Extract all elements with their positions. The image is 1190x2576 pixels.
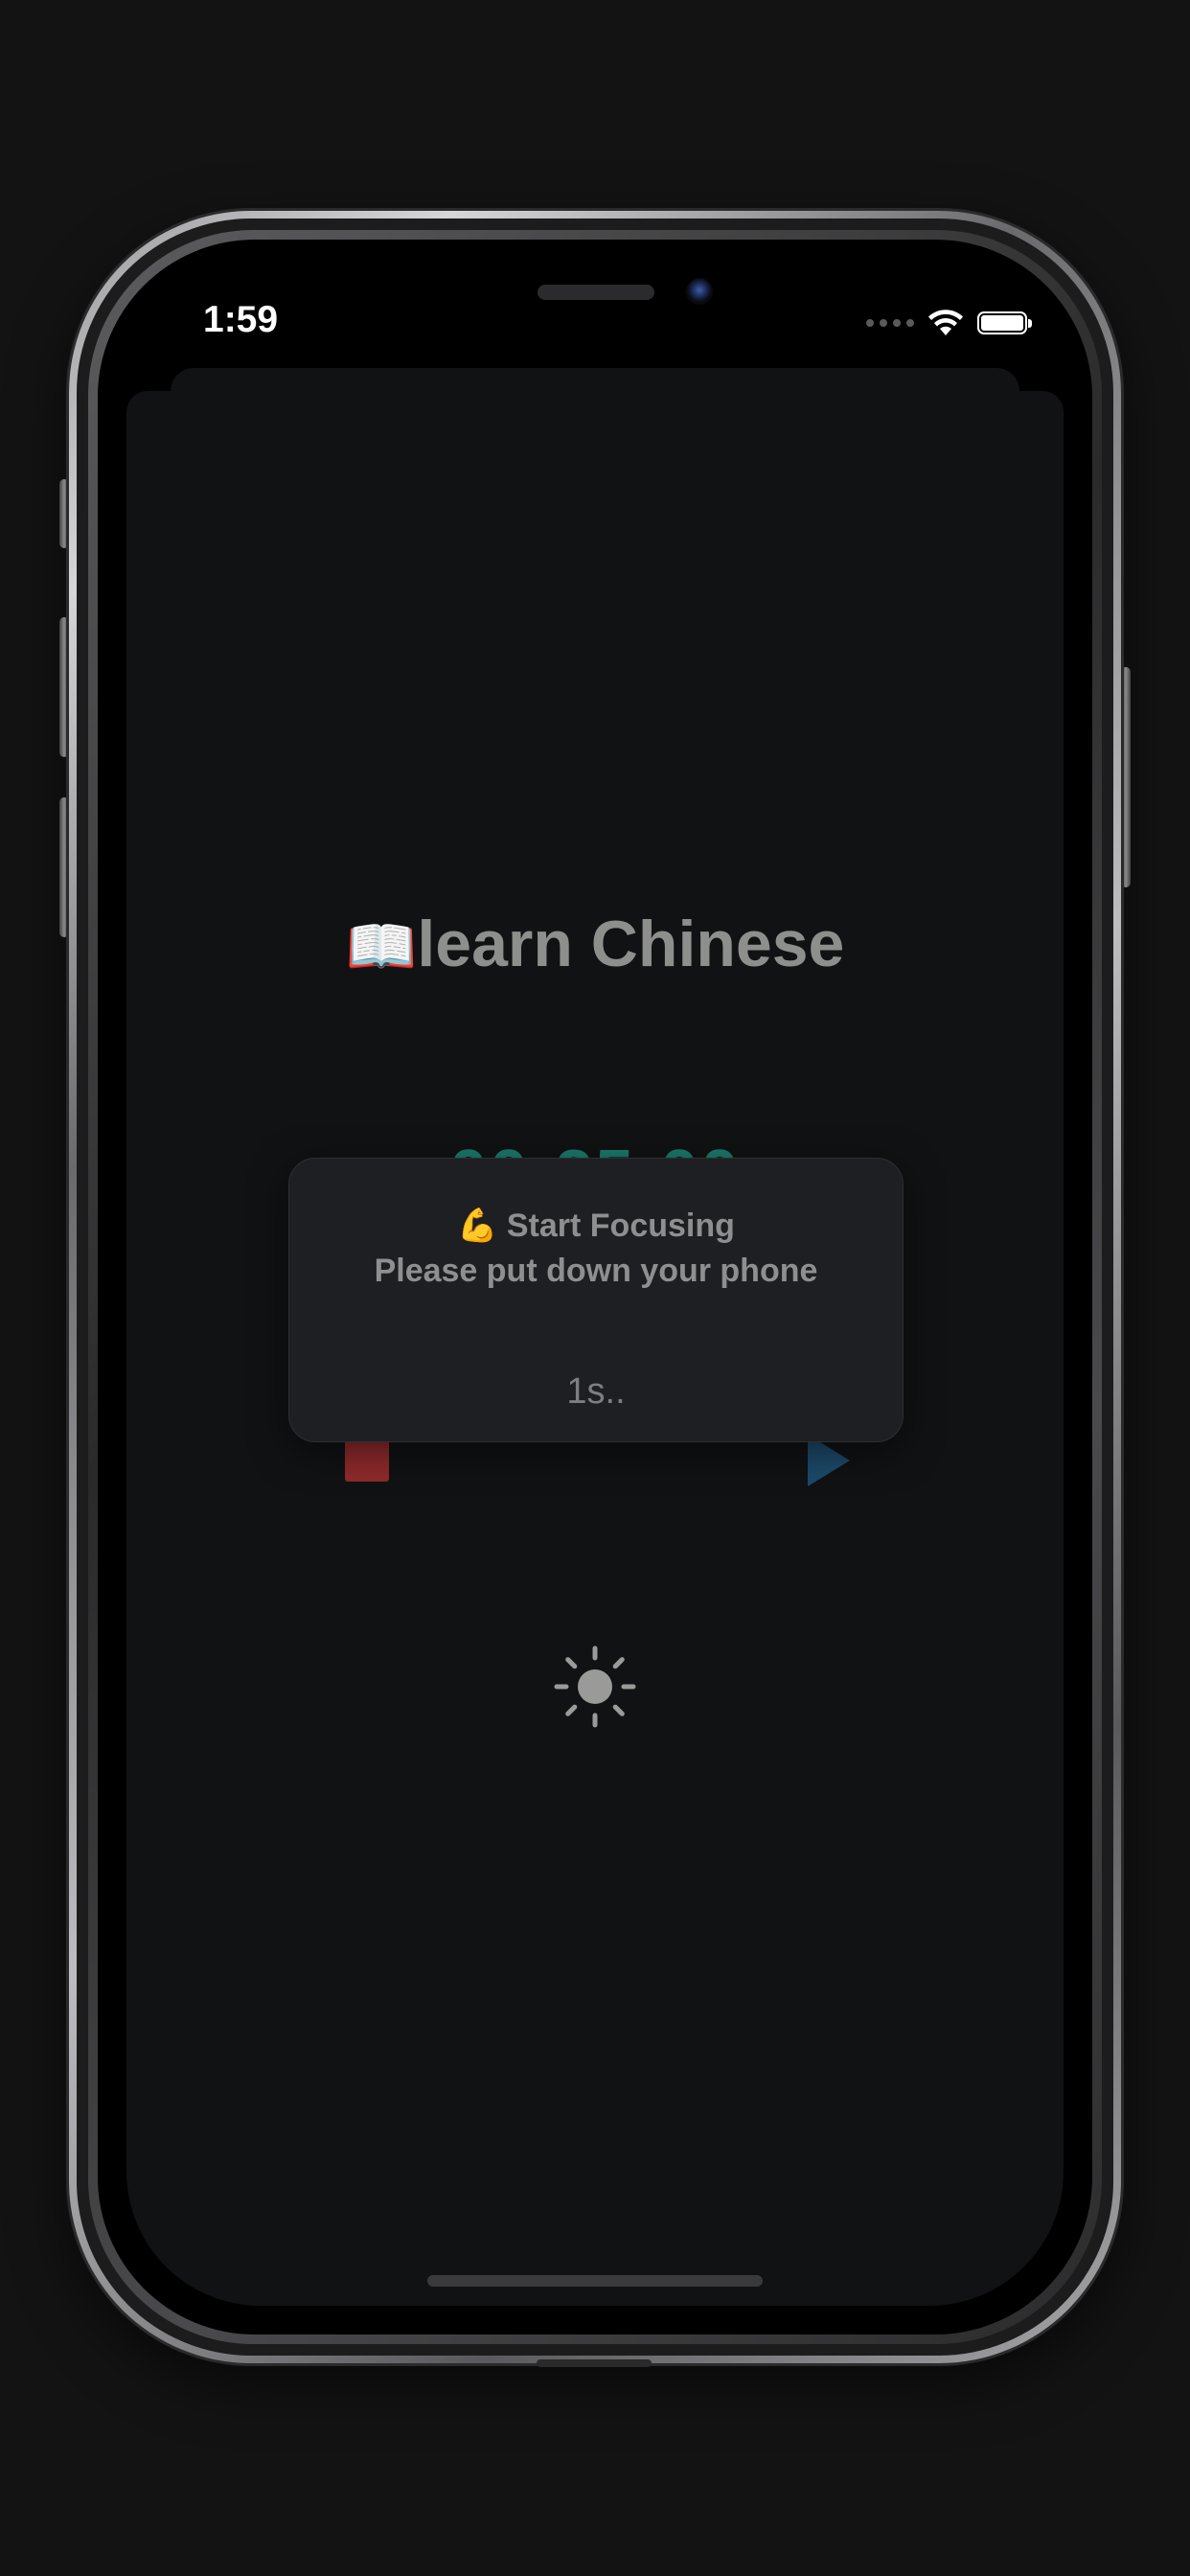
alert-title-text: Start Focusing <box>506 1208 735 1244</box>
status-time: 1:59 <box>203 299 279 340</box>
battery-level <box>981 315 1023 331</box>
book-icon: 📖 <box>345 914 418 978</box>
earpiece-speaker <box>538 285 654 300</box>
device-mockup: 1:59 📖learn Chinese 00:25:00 <box>0 0 1190 2576</box>
front-camera <box>686 278 713 305</box>
alert-countdown: 1s.. <box>566 1371 626 1412</box>
play-button[interactable] <box>808 1435 850 1486</box>
sun-icon[interactable] <box>554 1645 636 1728</box>
alert-message: Please put down your phone <box>374 1253 818 1289</box>
task-title: 📖learn Chinese <box>0 907 1190 981</box>
alert-title: 💪 Start Focusing <box>289 1207 903 1245</box>
power-button <box>1121 667 1131 887</box>
home-indicator[interactable] <box>427 2275 763 2287</box>
battery-icon <box>977 311 1032 334</box>
signal-icon <box>866 319 914 327</box>
task-name: learn Chinese <box>417 908 845 980</box>
status-icons <box>866 309 1032 337</box>
lightning-port <box>537 2359 652 2367</box>
stop-button[interactable] <box>345 1438 389 1482</box>
mute-switch <box>59 479 69 548</box>
focus-alert: 💪 Start Focusing Please put down your ph… <box>288 1158 904 1442</box>
volume-up-button <box>59 617 69 757</box>
wifi-icon <box>928 310 963 335</box>
muscle-icon: 💪 <box>457 1208 498 1244</box>
